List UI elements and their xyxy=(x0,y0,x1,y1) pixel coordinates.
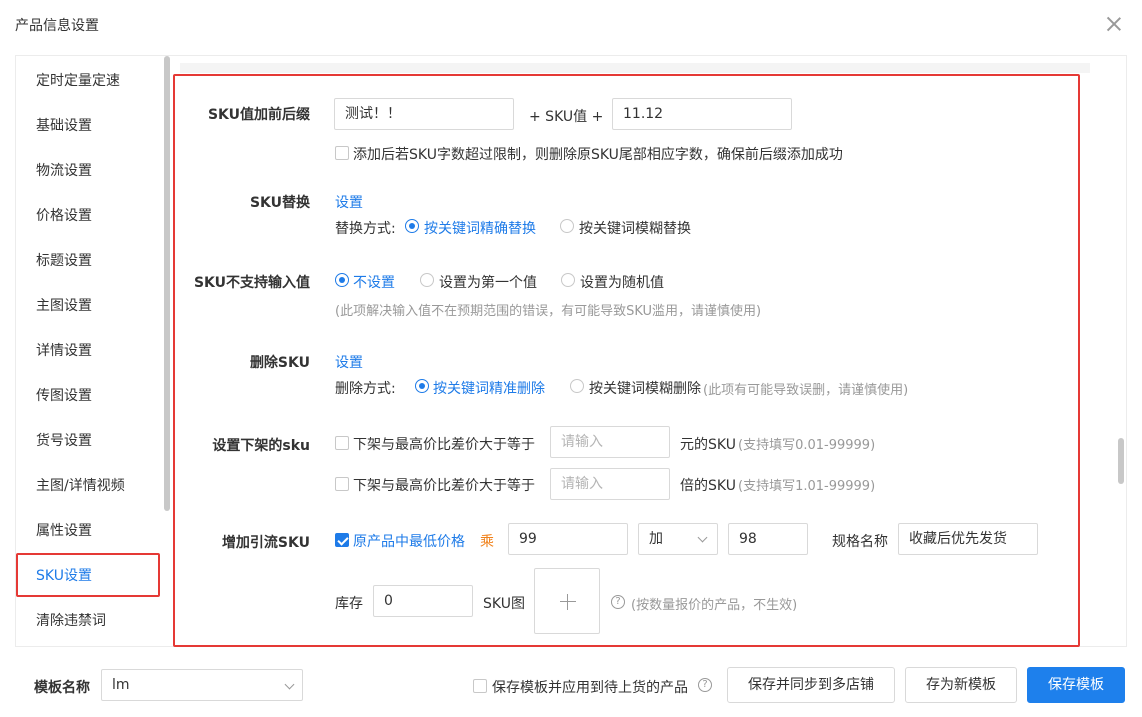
help-circle-icon: ? xyxy=(698,678,712,692)
sidebar-item-attributes[interactable]: 属性设置 xyxy=(36,520,92,540)
save-as-new-button[interactable]: 存为新模板 xyxy=(905,667,1017,703)
content-top-bar xyxy=(180,63,1090,73)
template-name-select[interactable]: lm xyxy=(101,669,303,701)
sidebar-item-logistics[interactable]: 物流设置 xyxy=(36,160,92,180)
sidebar-item-main-image[interactable]: 主图设置 xyxy=(36,295,92,315)
save-template-button[interactable]: 保存模板 xyxy=(1027,667,1125,703)
apply-template-label: 保存模板并应用到待上货的产品 xyxy=(492,680,688,696)
sidebar-item-item-number[interactable]: 货号设置 xyxy=(36,430,92,450)
save-sync-button[interactable]: 保存并同步到多店铺 xyxy=(727,667,895,703)
content-highlight-frame xyxy=(173,74,1080,647)
active-item-highlight xyxy=(16,553,160,597)
sidebar-item-banned-words[interactable]: 清除违禁词 xyxy=(36,610,106,630)
close-icon[interactable] xyxy=(1104,14,1124,34)
template-name-label: 模板名称 xyxy=(34,680,90,696)
sidebar-item-upload-image[interactable]: 传图设置 xyxy=(36,385,92,405)
template-name-value: lm xyxy=(112,677,130,693)
sidebar-item-title[interactable]: 标题设置 xyxy=(36,250,92,270)
chevron-down-icon xyxy=(284,679,295,690)
sidebar-item-basic[interactable]: 基础设置 xyxy=(36,115,92,135)
sidebar-item-schedule[interactable]: 定时定量定速 xyxy=(36,70,120,90)
sidebar-item-price[interactable]: 价格设置 xyxy=(36,205,92,225)
sidebar-item-detail[interactable]: 详情设置 xyxy=(36,340,92,360)
content-scrollbar[interactable] xyxy=(1118,438,1124,484)
dialog-title: 产品信息设置 xyxy=(15,18,99,34)
sidebar-item-video[interactable]: 主图/详情视频 xyxy=(36,475,125,495)
apply-template-checkbox[interactable] xyxy=(473,679,487,693)
